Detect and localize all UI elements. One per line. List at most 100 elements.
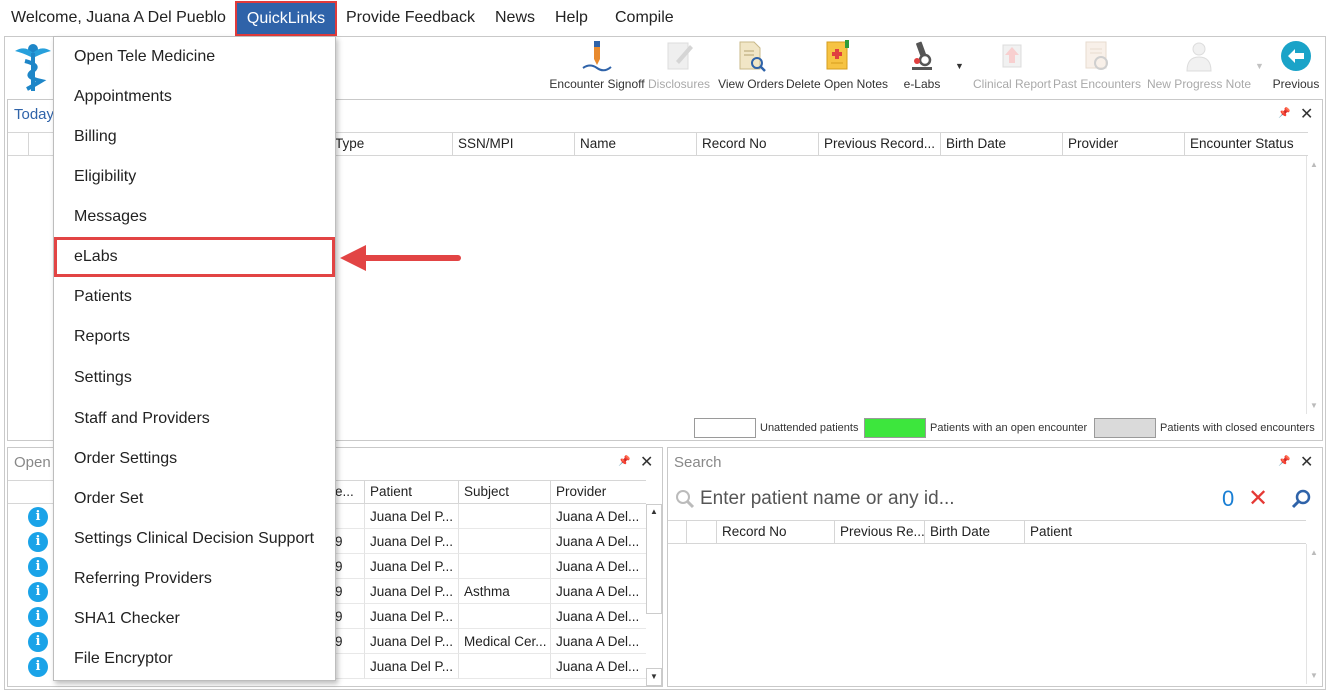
row-indicator-column — [668, 521, 686, 543]
menu-item-reports[interactable]: Reports — [54, 317, 335, 357]
menu-item-sha1-checker[interactable]: SHA1 Checker — [54, 599, 335, 639]
row-subject-cell[interactable] — [458, 604, 550, 629]
encounter-signoff-button[interactable]: Encounter Signoff — [545, 39, 649, 95]
row-patient-cell[interactable]: Juana Del P... — [364, 579, 458, 604]
scroll-down-icon[interactable]: ▼ — [1310, 401, 1318, 410]
pin-icon[interactable]: 📌 — [1278, 108, 1290, 119]
info-icon[interactable]: i — [28, 532, 48, 552]
column-header-record-no[interactable]: Record No — [716, 521, 834, 543]
clinical-report-button[interactable]: Clinical Report — [969, 39, 1055, 95]
row-subject-cell[interactable] — [458, 554, 550, 579]
patient-search-input[interactable] — [700, 486, 1220, 512]
row-provider-cell[interactable]: Juana A Del... — [550, 629, 646, 654]
close-icon[interactable]: ✕ — [640, 452, 653, 472]
info-icon[interactable]: i — [28, 507, 48, 527]
clear-search-icon[interactable]: ✕ — [1248, 484, 1268, 513]
menu-item-appointments[interactable]: Appointments — [54, 77, 335, 117]
menu-item-file-encryptor[interactable]: File Encryptor — [54, 639, 335, 679]
info-icon[interactable]: i — [28, 632, 48, 652]
column-header-provider[interactable]: Provider — [1062, 133, 1184, 155]
news-menu[interactable]: News — [495, 0, 535, 36]
scroll-up-icon[interactable]: ▲ — [1310, 548, 1318, 557]
elabs-dropdown-arrow-icon[interactable]: ▼ — [955, 61, 964, 71]
close-icon[interactable]: ✕ — [1300, 452, 1313, 472]
today-scrollbar[interactable]: ▲ ▼ — [1306, 156, 1322, 414]
scroll-down-icon[interactable]: ▼ — [650, 672, 658, 681]
menu-item-messages[interactable]: Messages — [54, 197, 335, 237]
row-provider-cell[interactable]: Juana A Del... — [550, 529, 646, 554]
column-header-patient[interactable]: Patient — [1024, 521, 1306, 543]
menu-item-order-set[interactable]: Order Set — [54, 479, 335, 519]
row-subject-cell[interactable] — [458, 654, 550, 679]
menu-item-patients[interactable]: Patients — [54, 277, 335, 317]
scroll-down-icon[interactable]: ▼ — [1310, 671, 1318, 680]
row-provider-cell[interactable]: Juana A Del... — [550, 504, 646, 529]
column-header-previous-record[interactable]: Previous Record... — [818, 133, 940, 155]
previous-button[interactable]: Previous — [1269, 39, 1323, 95]
column-header-ssn[interactable]: SSN/MPI — [452, 133, 574, 155]
column-header-encounter-status[interactable]: Encounter Status — [1184, 133, 1308, 155]
quicklinks-menu[interactable]: QuickLinks — [235, 1, 337, 36]
delete-open-notes-button[interactable]: Delete Open Notes — [785, 39, 889, 95]
column-header-record-no[interactable]: Record No — [696, 133, 818, 155]
row-subject-cell[interactable] — [458, 529, 550, 554]
close-icon[interactable]: ✕ — [1300, 104, 1313, 124]
view-orders-button[interactable]: View Orders — [713, 39, 789, 95]
help-menu[interactable]: Help — [555, 0, 588, 36]
column-header-name[interactable]: Name — [574, 133, 696, 155]
menu-item-settings[interactable]: Settings — [54, 358, 335, 398]
scroll-up-icon[interactable]: ▲ — [650, 507, 658, 516]
provide-feedback-menu[interactable]: Provide Feedback — [346, 0, 475, 36]
menu-item-eligibility[interactable]: Eligibility — [54, 157, 335, 197]
annotation-arrow-icon — [340, 245, 461, 271]
column-header-type[interactable]: Type — [330, 133, 452, 155]
scroll-up-icon[interactable]: ▲ — [1310, 160, 1318, 169]
row-patient-cell[interactable]: Juana Del P... — [364, 654, 458, 679]
today-panel-title: Today — [14, 106, 55, 123]
row-subject-cell[interactable]: Medical Cer... — [458, 629, 550, 654]
column-header-birth-date[interactable]: Birth Date — [940, 133, 1062, 155]
search-go-icon[interactable] — [1290, 488, 1312, 510]
column-header-previous-record[interactable]: Previous Re... — [834, 521, 924, 543]
menu-item-order-settings[interactable]: Order Settings — [54, 439, 335, 479]
open-scrollbar[interactable]: ▲ — [646, 504, 662, 614]
row-patient-cell[interactable]: Juana Del P... — [364, 629, 458, 654]
info-icon[interactable]: i — [28, 607, 48, 627]
row-provider-cell[interactable]: Juana A Del... — [550, 554, 646, 579]
compile-menu[interactable]: Compile — [615, 0, 674, 36]
search-scrollbar[interactable]: ▲ ▼ — [1306, 544, 1322, 684]
row-provider-cell[interactable]: Juana A Del... — [550, 654, 646, 679]
column-header-subject[interactable]: Subject — [458, 481, 550, 503]
new-progress-note-button[interactable]: New Progress Note — [1141, 39, 1257, 95]
menu-item-elabs[interactable]: eLabs — [54, 237, 335, 277]
elabs-button[interactable]: e-Labs — [897, 39, 947, 95]
past-encounters-button[interactable]: Past Encounters — [1053, 39, 1141, 95]
row-subject-cell[interactable]: Asthma — [458, 579, 550, 604]
row-patient-cell[interactable]: Juana Del P... — [364, 554, 458, 579]
row-patient-cell[interactable]: Juana Del P... — [364, 604, 458, 629]
menu-item-open-tele-medicine[interactable]: Open Tele Medicine — [54, 37, 335, 77]
new-progress-note-dropdown-arrow-icon[interactable]: ▼ — [1255, 61, 1264, 71]
row-patient-cell[interactable]: Juana Del P... — [364, 529, 458, 554]
row-patient-cell[interactable]: Juana Del P... — [364, 504, 458, 529]
info-icon[interactable]: i — [28, 582, 48, 602]
menu-item-billing[interactable]: Billing — [54, 117, 335, 157]
info-icon[interactable]: i — [28, 557, 48, 577]
open-encounter-legend-label: Patients with an open encounter — [930, 422, 1088, 434]
open-scrollbar-bottom[interactable]: ▼ — [646, 668, 662, 686]
welcome-label: Welcome, Juana A Del Pueblo — [11, 9, 226, 26]
menu-item-referring-providers[interactable]: Referring Providers — [54, 559, 335, 599]
disclosures-button[interactable]: Disclosures — [647, 39, 711, 95]
info-icon[interactable]: i — [28, 657, 48, 677]
row-provider-cell[interactable]: Juana A Del... — [550, 604, 646, 629]
pin-icon[interactable]: 📌 — [1278, 456, 1290, 467]
pin-icon[interactable]: 📌 — [618, 456, 630, 467]
elabs-label: e-Labs — [903, 77, 941, 91]
row-subject-cell[interactable] — [458, 504, 550, 529]
column-header-patient[interactable]: Patient — [364, 481, 458, 503]
row-provider-cell[interactable]: Juana A Del... — [550, 579, 646, 604]
menu-item-settings-clinical-decision-support[interactable]: Settings Clinical Decision Support — [54, 519, 335, 559]
column-header-birth-date[interactable]: Birth Date — [924, 521, 1024, 543]
column-header-provider[interactable]: Provider — [550, 481, 646, 503]
menu-item-staff-and-providers[interactable]: Staff and Providers — [54, 399, 335, 439]
